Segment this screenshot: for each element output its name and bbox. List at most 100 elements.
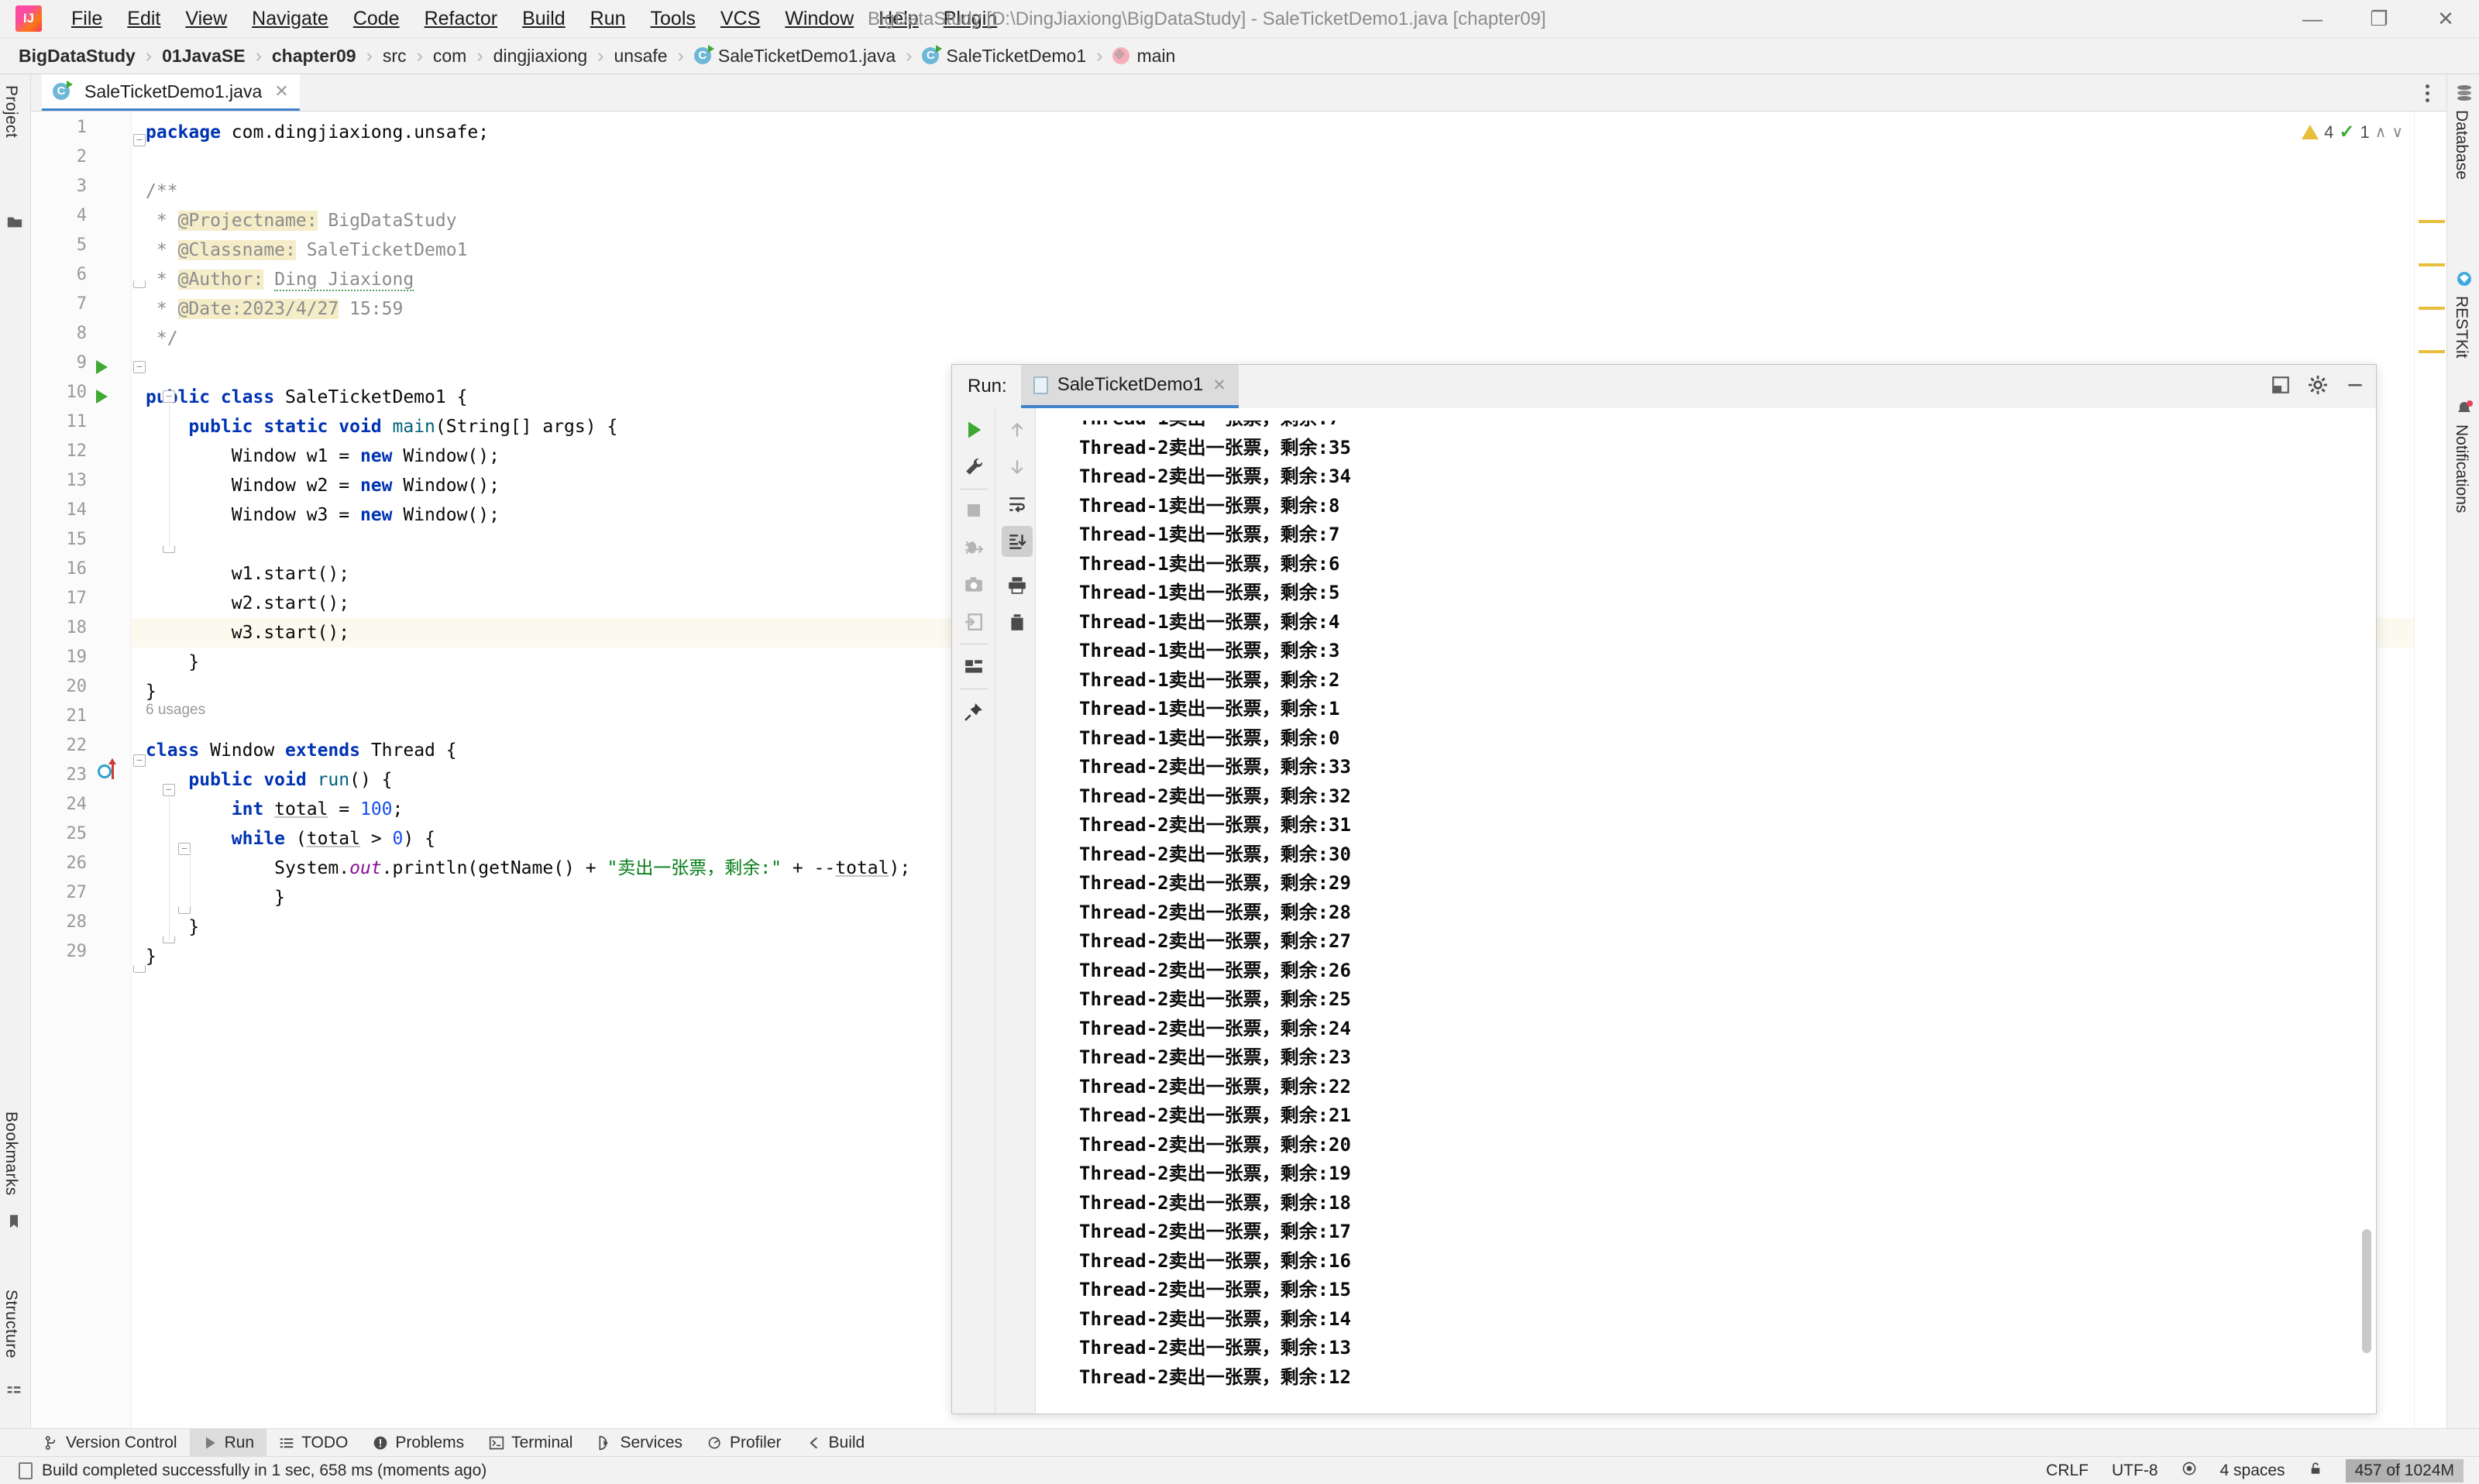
menu-item-build[interactable]: Build: [510, 5, 578, 33]
layout-settings-icon[interactable]: [2271, 375, 2291, 399]
breadcrumb-item-unsafe[interactable]: unsafe: [612, 44, 669, 68]
gutter-run-class-icon[interactable]: [96, 360, 108, 374]
bottom-item-run[interactable]: Run: [189, 1428, 267, 1457]
editor-tabs-more-icon[interactable]: [2415, 81, 2439, 105]
print-icon[interactable]: [1002, 569, 1033, 600]
breadcrumb-item-chapter[interactable]: chapter09: [270, 44, 358, 68]
menu-item-file[interactable]: File: [59, 5, 115, 33]
code-line[interactable]: /**: [31, 177, 2446, 206]
sidebar-item-notifications[interactable]: Notifications: [2452, 424, 2470, 513]
fold-marker-javadoc-end[interactable]: [133, 280, 146, 288]
minimize-icon[interactable]: [2345, 375, 2365, 399]
inspection-marker[interactable]: [2419, 350, 2445, 353]
sidebar-item-database[interactable]: Database: [2452, 110, 2470, 180]
menu-item-vcs[interactable]: VCS: [708, 5, 772, 33]
layout-icon[interactable]: [958, 651, 989, 682]
run-tab-saleticketdemo1[interactable]: SaleTicketDemo1 ✕: [1020, 365, 1239, 408]
fold-marker-while[interactable]: [178, 843, 191, 855]
previous-problem-icon[interactable]: ∧: [2375, 122, 2387, 142]
inspection-marker[interactable]: [2419, 307, 2445, 310]
inspection-marker[interactable]: [2419, 263, 2445, 266]
gutter-override-icon[interactable]: [98, 764, 112, 778]
fold-marker-class[interactable]: [133, 361, 146, 373]
breadcrumb-item-com[interactable]: com: [432, 44, 468, 68]
sidebar-item-bookmarks[interactable]: Bookmarks: [2, 1111, 20, 1196]
bottom-item-build[interactable]: Build: [794, 1429, 878, 1457]
bell-icon[interactable]: [2455, 400, 2473, 417]
soft-wrap-icon[interactable]: [1002, 489, 1033, 520]
close-icon[interactable]: ✕: [1212, 376, 1226, 395]
code-line[interactable]: * @Classname: SaleTicketDemo1: [31, 235, 2446, 265]
breadcrumb-item-dingjiaxiong[interactable]: dingjiaxiong: [492, 44, 589, 68]
restore-button[interactable]: ❐: [2346, 0, 2412, 38]
gear-icon[interactable]: [2308, 375, 2328, 399]
inspection-summary[interactable]: 4 ✓ 1 ∧ ∨: [2302, 121, 2403, 143]
console-scrollbar[interactable]: [2362, 1229, 2371, 1353]
code-line[interactable]: package com.dingjiaxiong.unsafe;: [31, 118, 2446, 147]
menu-item-edit[interactable]: Edit: [115, 5, 173, 33]
scroll-to-end-icon[interactable]: [1002, 526, 1033, 557]
indent-widget[interactable]: 4 spaces: [2220, 1462, 2285, 1480]
export-icon[interactable]: [958, 606, 989, 637]
gutter-run-main-icon[interactable]: [96, 390, 108, 404]
bottom-item-terminal[interactable]: Terminal: [476, 1429, 585, 1457]
run-tool-window[interactable]: Run: SaleTicketDemo1 ✕ Thread-1卖出一张票，剩余:…: [951, 364, 2377, 1414]
breadcrumb-item-class[interactable]: C SaleTicketDemo1: [920, 44, 1088, 68]
screenshot-icon[interactable]: [958, 569, 989, 600]
up-arrow-icon[interactable]: [1002, 414, 1033, 445]
sidebar-item-restkit[interactable]: RESTKit: [2452, 296, 2470, 359]
breadcrumb-item-file[interactable]: C SaleTicketDemo1.java: [693, 44, 897, 68]
rerun-icon[interactable]: [958, 414, 989, 445]
trash-icon[interactable]: [1002, 606, 1033, 637]
breadcrumb-item-src[interactable]: src: [381, 44, 408, 68]
wrench-icon[interactable]: [958, 452, 989, 483]
bottom-item-version-control[interactable]: Version Control: [31, 1429, 190, 1457]
bookmark-icon[interactable]: [6, 1214, 23, 1231]
project-folder-icon[interactable]: [6, 214, 23, 231]
fold-marker-while-end[interactable]: [178, 906, 191, 914]
restkit-icon[interactable]: [2455, 270, 2472, 287]
editor-inspection-markers[interactable]: [2414, 112, 2446, 1428]
menu-item-window[interactable]: Window: [772, 5, 866, 33]
bottom-item-todo[interactable]: TODO: [266, 1429, 360, 1457]
fold-marker-javadoc[interactable]: [133, 134, 146, 146]
database-icon[interactable]: [2455, 84, 2472, 101]
inspection-marker[interactable]: [2419, 220, 2445, 223]
fold-marker-window-class[interactable]: [133, 754, 146, 767]
console-output[interactable]: Thread-1卖出一张票，剩余:7 Thread-2卖出一张票，剩余:35 Thr…: [1036, 408, 2376, 1414]
menu-item-refactor[interactable]: Refactor: [412, 5, 510, 33]
menu-item-view[interactable]: View: [173, 5, 239, 33]
bottom-item-problems[interactable]: Problems: [360, 1429, 476, 1457]
lock-icon[interactable]: [2309, 1461, 2323, 1481]
breadcrumb-item-project[interactable]: BigDataStudy: [17, 44, 137, 68]
code-line[interactable]: * @Date:2023/4/27 15:59: [31, 294, 2446, 324]
status-message-area[interactable]: Build completed successfully in 1 sec, 6…: [19, 1462, 487, 1480]
sidebar-item-project[interactable]: Project: [2, 85, 20, 138]
bottom-item-profiler[interactable]: Profiler: [695, 1429, 794, 1457]
close-icon[interactable]: ✕: [274, 81, 288, 101]
close-button[interactable]: ✕: [2412, 0, 2479, 38]
breadcrumb-item-module[interactable]: 01JavaSE: [160, 44, 246, 68]
code-line[interactable]: * @Author: Ding Jiaxiong: [31, 265, 2446, 294]
menu-item-navigate[interactable]: Navigate: [239, 5, 341, 33]
code-line[interactable]: * @Projectname: BigDataStudy: [31, 206, 2446, 235]
code-line[interactable]: [31, 147, 2446, 177]
line-separator-widget[interactable]: CRLF: [2046, 1462, 2089, 1480]
memory-indicator[interactable]: 457 of 1024M: [2345, 1458, 2464, 1482]
structure-icon[interactable]: [6, 1383, 23, 1400]
pin-icon[interactable]: [958, 696, 989, 727]
menu-item-tools[interactable]: Tools: [638, 5, 708, 33]
breadcrumb-item-method[interactable]: main: [1111, 44, 1177, 68]
fold-marker-class-end[interactable]: [133, 965, 146, 973]
menu-item-code[interactable]: Code: [341, 5, 412, 33]
code-line[interactable]: */: [31, 324, 2446, 353]
bottom-item-services[interactable]: Services: [585, 1429, 695, 1457]
usages-hint[interactable]: 6 usages: [146, 702, 205, 719]
sidebar-item-structure[interactable]: Structure: [2, 1290, 20, 1359]
editor-tab-saleticketdemo1[interactable]: C SaleTicketDemo1.java ✕: [42, 74, 300, 111]
down-arrow-icon[interactable]: [1002, 452, 1033, 483]
next-problem-icon[interactable]: ∨: [2391, 122, 2403, 142]
minimize-button[interactable]: —: [2279, 0, 2346, 38]
encoding-widget[interactable]: UTF-8: [2112, 1462, 2158, 1480]
menu-item-run[interactable]: Run: [578, 5, 638, 33]
